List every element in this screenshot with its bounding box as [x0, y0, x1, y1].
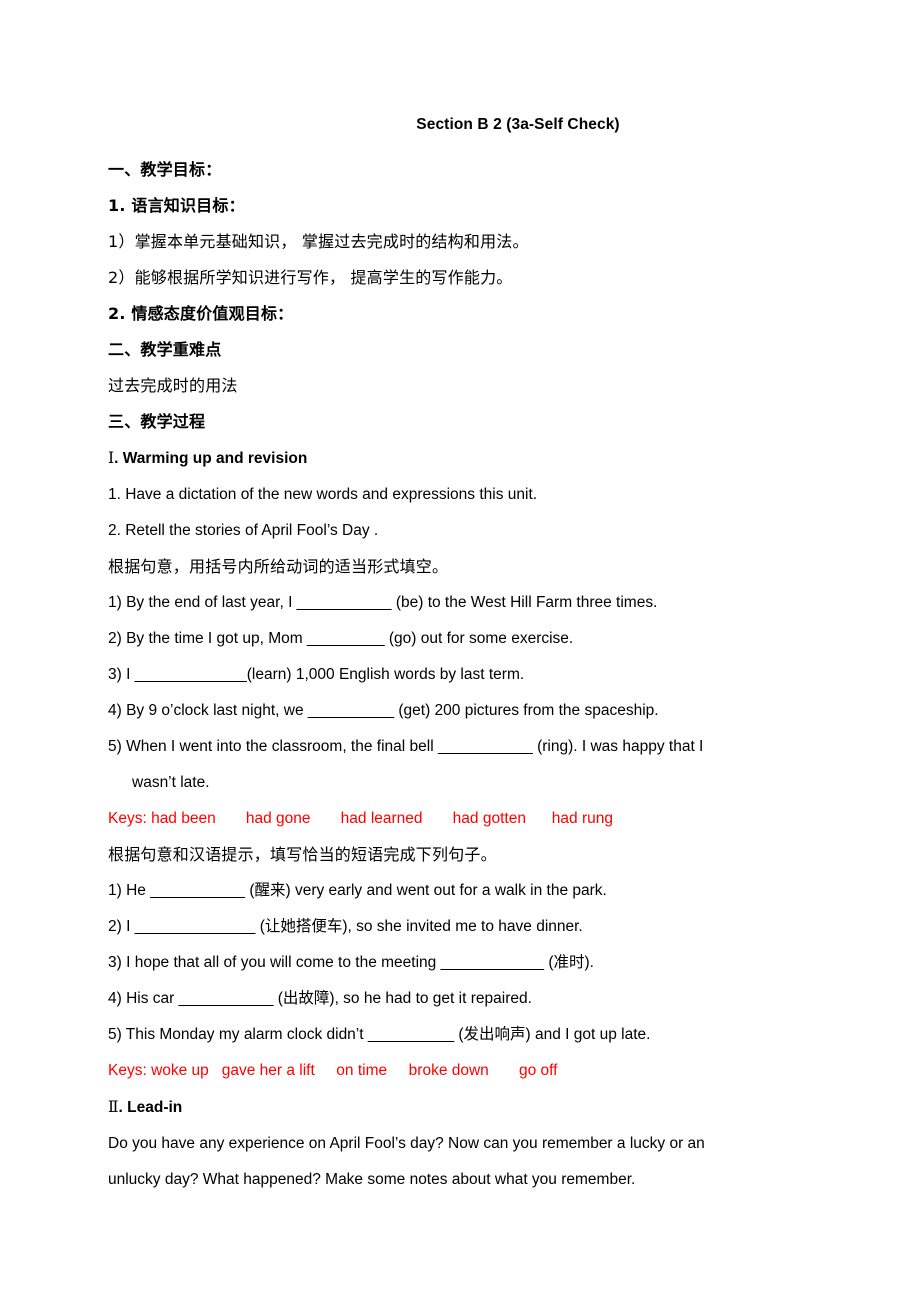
roman-numeral-two: Ⅱ — [108, 1098, 119, 1116]
heading-affective-objective: 2. 情感态度价值观目标： — [108, 304, 294, 323]
lead-in-paragraph-line-1: Do you have any experience on April Fool… — [108, 1135, 705, 1152]
document-page: Section B 2 (3a-Self Check) 一、教学目标： 1. 语… — [0, 0, 920, 1302]
lead-in-paragraph-line-2: unlucky day? What happened? Make some no… — [108, 1171, 636, 1188]
section-one-label: . Warming up and revision — [114, 450, 308, 467]
objective-item-1: 1）掌握本单元基础知识， 掌握过去完成时的结构和用法。 — [108, 232, 529, 251]
section-two-label: . Lead-in — [118, 1099, 183, 1116]
heading-key-difficult-points: 二、教学重难点 — [108, 340, 222, 359]
exercise-2-item-2: 2) I ______________ (让她搭便车), so she invi… — [108, 918, 583, 935]
exercise-2-item-1: 1) He ___________ (醒来) very early and we… — [108, 882, 607, 899]
heading-teaching-process: 三、教学过程 — [108, 412, 206, 431]
objective-item-2: 2）能够根据所学知识进行写作， 提高学生的写作能力。 — [108, 268, 513, 287]
heading-teaching-objectives: 一、教学目标： — [108, 160, 222, 179]
warmup-item-2: 2. Retell the stories of April Fool’s Da… — [108, 522, 379, 539]
exercise-1-instruction: 根据句意，用括号内所给动词的适当形式填空。 — [108, 557, 449, 576]
key-points-body: 过去完成时的用法 — [108, 376, 238, 395]
exercise-1-item-5-continuation: wasn’t late. — [132, 774, 210, 791]
exercise-1-item-3: 3) I _____________(learn) 1,000 English … — [108, 666, 525, 683]
exercise-2-item-4: 4) His car ___________ (出故障), so he had … — [108, 990, 532, 1007]
exercise-2-instruction: 根据句意和汉语提示，填写恰当的短语完成下列句子。 — [108, 845, 497, 864]
exercise-1-item-4: 4) By 9 o’clock last night, we _________… — [108, 702, 659, 719]
exercise-2-item-5: 5) This Monday my alarm clock didn’t ___… — [108, 1026, 651, 1043]
exercise-1-item-1: 1) By the end of last year, I __________… — [108, 594, 658, 611]
answer-key-exercise-2: Keys: woke up gave her a lift on time br… — [108, 1062, 558, 1079]
heading-section-lead-in: Ⅱ. Lead-in — [108, 1089, 788, 1126]
heading-language-knowledge-objective: 1. 语言知识目标： — [108, 196, 245, 215]
exercise-2-item-3: 3) I hope that all of you will come to t… — [108, 954, 594, 971]
document-body: Section B 2 (3a-Self Check) 一、教学目标： 1. 语… — [108, 108, 788, 1198]
heading-section-warming-up: Ⅰ. Warming up and revision — [108, 440, 788, 477]
page-title: Section B 2 (3a-Self Check) — [416, 116, 620, 133]
warmup-item-1: 1. Have a dictation of the new words and… — [108, 486, 538, 503]
answer-key-exercise-1: Keys: had been had gone had learned had … — [108, 810, 613, 827]
exercise-1-item-2: 2) By the time I got up, Mom _________ (… — [108, 630, 574, 647]
exercise-1-item-5: 5) When I went into the classroom, the f… — [108, 738, 704, 755]
